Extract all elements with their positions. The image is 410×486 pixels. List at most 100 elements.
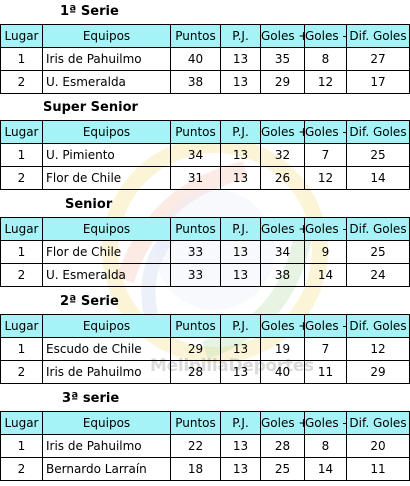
header-pj: P.J. [220, 217, 261, 241]
cell-goals-for: 40 [260, 360, 305, 384]
cell-goals-against: 8 [304, 434, 347, 458]
table-row: 2 Bernardo Larraín 18 13 25 14 11 [0, 457, 410, 481]
standings-section: Senior Lugar Equipos Puntos P.J. Goles + Goles… [0, 193, 410, 287]
header-row: Lugar Equipos Puntos P.J. Goles + Goles - Dif.… [0, 217, 410, 241]
cell-goals-against: 14 [304, 457, 347, 481]
cell-points: 31 [170, 166, 221, 190]
table-row: 2 U. Esmeralda 33 13 38 14 24 [0, 263, 410, 287]
section-title-row: 1ª Serie [0, 0, 410, 24]
standings-section: 1ª Serie Lugar Equipos Puntos P.J. Goles + Gol… [0, 0, 410, 94]
header-pj: P.J. [220, 24, 261, 48]
cell-team: Flor de Chile [42, 166, 171, 190]
section-title-row: Super Senior [0, 96, 410, 120]
cell-points: 33 [170, 263, 221, 287]
cell-place: 2 [0, 360, 43, 384]
cell-team: Flor de Chile [42, 240, 171, 264]
standings-table: Lugar Equipos Puntos P.J. Goles + Goles - Dif.… [0, 120, 410, 190]
cell-goals-for: 38 [260, 263, 305, 287]
cell-place: 2 [0, 263, 43, 287]
cell-goals-for: 28 [260, 434, 305, 458]
table-row: 1 Iris de Pahuilmo 22 13 28 8 20 [0, 434, 410, 458]
header-row: Lugar Equipos Puntos P.J. Goles + Goles - Dif.… [0, 411, 410, 435]
header-goles-contra: Goles - [304, 314, 347, 338]
section-title: 1ª Serie [60, 4, 119, 19]
cell-played: 13 [220, 166, 261, 190]
header-goles-favor: Goles + [260, 314, 305, 338]
cell-team: Escudo de Chile [42, 337, 171, 361]
header-row: Lugar Equipos Puntos P.J. Goles + Goles - Dif.… [0, 120, 410, 144]
cell-place: 1 [0, 143, 43, 167]
cell-place: 1 [0, 240, 43, 264]
cell-goals-against: 9 [304, 240, 347, 264]
section-title: 2ª Serie [60, 294, 119, 309]
cell-team: Iris de Pahuilmo [42, 434, 171, 458]
header-pj: P.J. [220, 411, 261, 435]
header-equipos: Equipos [42, 217, 171, 241]
cell-team: U. Pimiento [42, 143, 171, 167]
cell-goals-for: 32 [260, 143, 305, 167]
cell-team: U. Esmeralda [42, 263, 171, 287]
header-puntos: Puntos [170, 314, 221, 338]
table-row: 1 Flor de Chile 33 13 34 9 25 [0, 240, 410, 264]
header-goles-contra: Goles - [304, 120, 347, 144]
standings-section: 2ª Serie Lugar Equipos Puntos P.J. Goles + Gol… [0, 290, 410, 384]
cell-goals-against: 7 [304, 143, 347, 167]
cell-played: 13 [220, 457, 261, 481]
cell-goals-against: 12 [304, 70, 347, 94]
cell-goals-for: 26 [260, 166, 305, 190]
header-goles-contra: Goles - [304, 24, 347, 48]
cell-points: 29 [170, 337, 221, 361]
cell-points: 33 [170, 240, 221, 264]
cell-goals-against: 14 [304, 263, 347, 287]
cell-points: 38 [170, 70, 221, 94]
cell-team: Iris de Pahuilmo [42, 360, 171, 384]
cell-place: 1 [0, 47, 43, 71]
cell-points: 22 [170, 434, 221, 458]
header-dif-goles: Dif. Goles [346, 120, 410, 144]
cell-played: 13 [220, 70, 261, 94]
standings-table: Lugar Equipos Puntos P.J. Goles + Goles - Dif.… [0, 314, 410, 384]
cell-team: U. Esmeralda [42, 70, 171, 94]
table-row: 1 U. Pimiento 34 13 32 7 25 [0, 143, 410, 167]
cell-goal-diff: 14 [346, 166, 410, 190]
header-lugar: Lugar [0, 217, 43, 241]
cell-goals-for: 25 [260, 457, 305, 481]
cell-goals-against: 11 [304, 360, 347, 384]
header-puntos: Puntos [170, 120, 221, 144]
header-row: Lugar Equipos Puntos P.J. Goles + Goles - Dif.… [0, 314, 410, 338]
header-row: Lugar Equipos Puntos P.J. Goles + Goles - Dif.… [0, 24, 410, 48]
header-equipos: Equipos [42, 24, 171, 48]
header-puntos: Puntos [170, 24, 221, 48]
cell-goal-diff: 17 [346, 70, 410, 94]
cell-goals-against: 8 [304, 47, 347, 71]
cell-goal-diff: 11 [346, 457, 410, 481]
cell-points: 34 [170, 143, 221, 167]
cell-place: 2 [0, 166, 43, 190]
header-goles-contra: Goles - [304, 411, 347, 435]
header-dif-goles: Dif. Goles [346, 314, 410, 338]
standings-table: Lugar Equipos Puntos P.J. Goles + Goles - Dif.… [0, 411, 410, 481]
section-title: Super Senior [43, 100, 138, 115]
table-row: 2 Flor de Chile 31 13 26 12 14 [0, 166, 410, 190]
cell-place: 1 [0, 337, 43, 361]
cell-place: 1 [0, 434, 43, 458]
cell-goal-diff: 25 [346, 143, 410, 167]
header-pj: P.J. [220, 314, 261, 338]
cell-points: 40 [170, 47, 221, 71]
header-goles-favor: Goles + [260, 411, 305, 435]
header-lugar: Lugar [0, 314, 43, 338]
table-row: 1 Escudo de Chile 29 13 19 7 12 [0, 337, 410, 361]
cell-team: Bernardo Larraín [42, 457, 171, 481]
cell-goals-for: 34 [260, 240, 305, 264]
cell-goal-diff: 29 [346, 360, 410, 384]
cell-goals-for: 35 [260, 47, 305, 71]
cell-goals-against: 7 [304, 337, 347, 361]
cell-goals-for: 29 [260, 70, 305, 94]
cell-played: 13 [220, 360, 261, 384]
cell-goals-against: 12 [304, 166, 347, 190]
header-goles-favor: Goles + [260, 217, 305, 241]
cell-goals-for: 19 [260, 337, 305, 361]
standings-table: Lugar Equipos Puntos P.J. Goles + Goles - Dif.… [0, 217, 410, 287]
header-equipos: Equipos [42, 314, 171, 338]
header-pj: P.J. [220, 120, 261, 144]
